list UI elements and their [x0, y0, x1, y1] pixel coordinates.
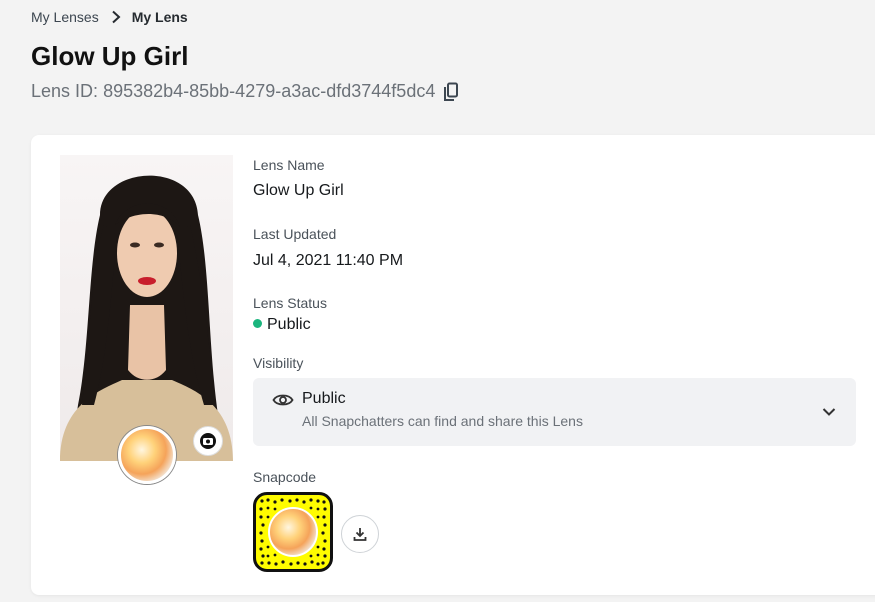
- lens-details-card: Lens Name Glow Up Girl Last Updated Jul …: [31, 135, 875, 595]
- status-dot-icon: [253, 319, 262, 329]
- breadcrumb-my-lenses[interactable]: My Lenses: [31, 9, 99, 25]
- chevron-down-icon: [822, 404, 836, 422]
- lens-status: Public: [253, 316, 311, 334]
- lens-id: Lens ID: 895382b4-85bb-4279-a3ac-dfd3744…: [31, 81, 459, 102]
- breadcrumb: My Lenses My Lens: [31, 9, 188, 25]
- lens-id-value: 895382b4-85bb-4279-a3ac-dfd3744f5dc4: [103, 81, 436, 101]
- visibility-label: Visibility: [253, 355, 304, 371]
- last-updated-label: Last Updated: [253, 226, 337, 242]
- eye-icon: [272, 392, 294, 413]
- lens-preview-image: [60, 155, 233, 461]
- snapcode-image: [253, 492, 333, 572]
- lens-id-label: Lens ID:: [31, 81, 99, 101]
- visibility-dropdown[interactable]: Public All Snapchatters can find and sha…: [253, 378, 856, 446]
- lens-icon-thumbnail: [118, 426, 176, 484]
- download-snapcode-button[interactable]: [341, 515, 379, 553]
- download-icon: [352, 526, 368, 542]
- visibility-description: All Snapchatters can find and share this…: [302, 413, 583, 429]
- chevron-right-icon: [111, 10, 121, 24]
- lens-name-value: Glow Up Girl: [253, 182, 344, 199]
- lens-status-label: Lens Status: [253, 295, 327, 311]
- lens-name-label: Lens Name: [253, 157, 325, 173]
- last-updated-value: Jul 4, 2021 11:40 PM: [253, 252, 404, 269]
- lens-status-value: Public: [267, 316, 311, 333]
- camera-icon[interactable]: [193, 426, 223, 456]
- page-title: Glow Up Girl: [31, 41, 189, 71]
- copy-icon[interactable]: [443, 82, 459, 102]
- snapcode-label: Snapcode: [253, 469, 317, 485]
- breadcrumb-my-lens: My Lens: [131, 9, 188, 25]
- snapcode-lens-icon: [268, 507, 318, 557]
- visibility-value: Public: [302, 390, 346, 407]
